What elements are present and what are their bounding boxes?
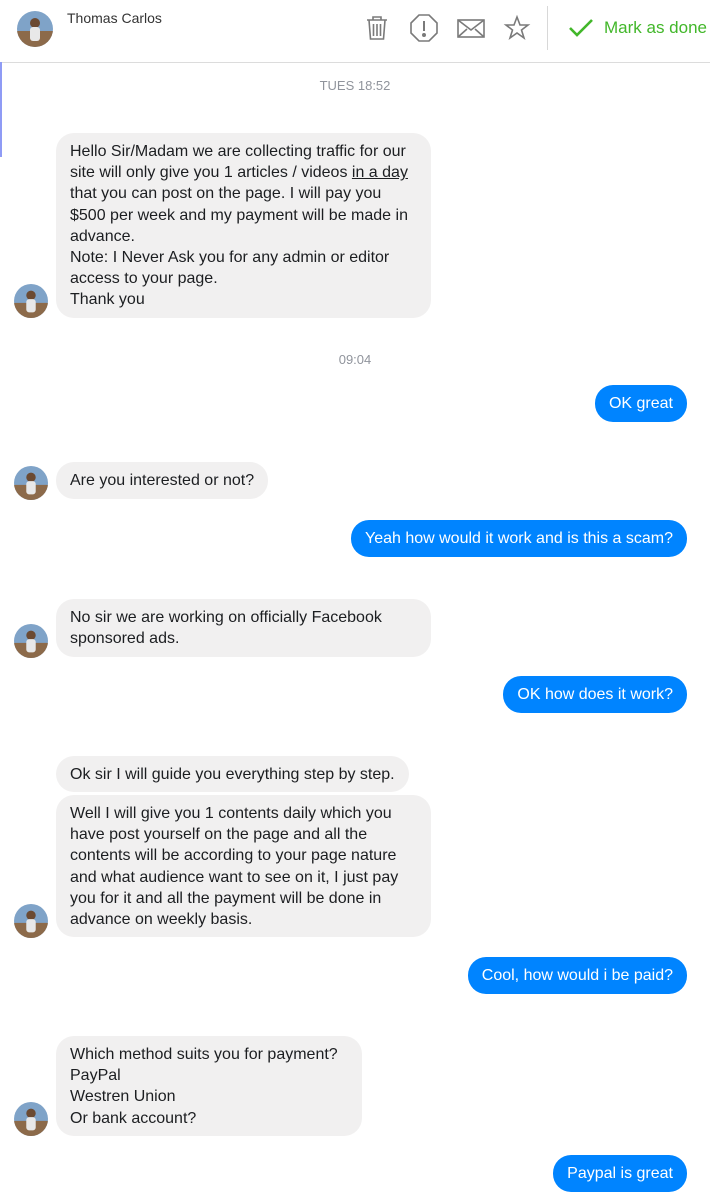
star-icon[interactable] — [502, 13, 532, 43]
contact-name[interactable]: Thomas Carlos — [67, 10, 162, 26]
contact-avatar-small[interactable] — [14, 284, 48, 318]
conversation-header: Thomas Carlos Mark as done — [0, 0, 710, 63]
message-outgoing: OK great — [594, 385, 687, 422]
mark-as-done-button[interactable]: Mark as done — [568, 14, 707, 42]
contact-avatar-small[interactable] — [14, 904, 48, 938]
contact-avatar-small[interactable] — [14, 1102, 48, 1136]
contact-avatar-small[interactable] — [14, 624, 48, 658]
trash-icon[interactable] — [362, 13, 392, 43]
timestamp: TUES 18:52 — [319, 78, 391, 93]
contact-avatar[interactable] — [17, 11, 53, 47]
selection-indicator — [0, 62, 2, 157]
header-divider — [547, 6, 548, 50]
message-outgoing: Paypal is great — [553, 1155, 687, 1192]
message-outgoing: Cool, how would i be paid? — [467, 957, 687, 994]
message-outgoing: OK how does it work? — [503, 676, 687, 713]
message-incoming: Are you interested or not? — [56, 462, 269, 499]
message-outgoing: Yeah how would it work and is this a sca… — [350, 520, 687, 557]
envelope-icon[interactable] — [456, 13, 486, 43]
message-incoming: Well I will give you 1 contents daily wh… — [56, 795, 431, 937]
contact-avatar-small[interactable] — [14, 466, 48, 500]
message-incoming: Ok sir I will guide you everything step … — [56, 756, 409, 792]
message-incoming: Which method suits you for payment? PayP… — [56, 1036, 362, 1136]
timestamp: 09:04 — [338, 352, 372, 367]
message-incoming: No sir we are working on officially Face… — [56, 599, 431, 657]
alert-icon[interactable] — [409, 13, 439, 43]
message-incoming: Hello Sir/Madam we are collecting traffi… — [56, 133, 431, 318]
checkmark-icon — [569, 19, 593, 37]
mark-as-done-label: Mark as done — [604, 18, 707, 37]
